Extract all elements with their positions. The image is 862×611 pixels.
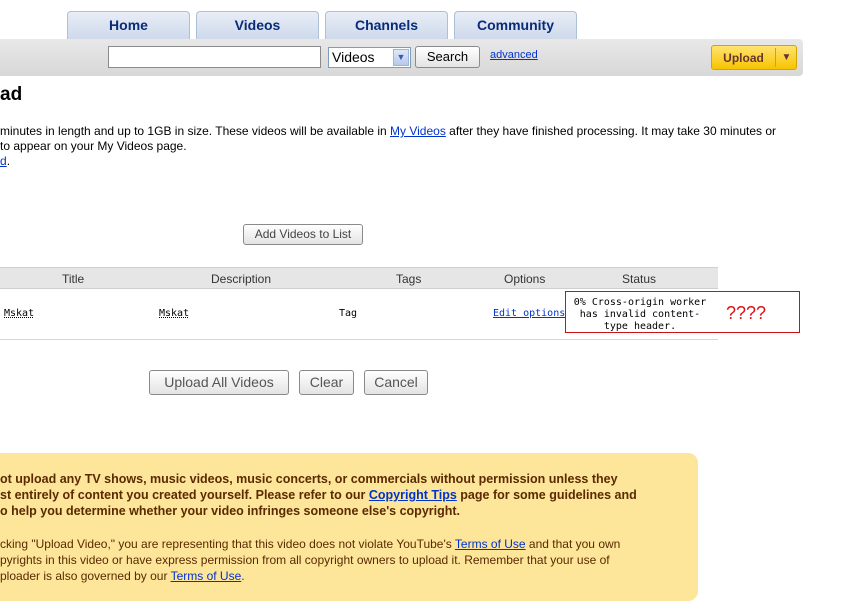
intro-line-3: d. (0, 154, 10, 168)
notice-p2-line-3: ploader is also governed by our Terms of… (0, 569, 245, 583)
upload-button-label[interactable]: Upload (712, 46, 775, 69)
col-description: Description (211, 272, 272, 286)
intro-text-1b: after they have finished processing. It … (445, 124, 776, 138)
intro-line-1: minutes in length and up to 1GB in size.… (0, 124, 776, 138)
tab-videos[interactable]: Videos (196, 11, 319, 40)
col-options: Options (504, 272, 546, 286)
notice-line-3: o help you determine whether your video … (0, 504, 461, 518)
notice-p2-1a: cking "Upload Video," you are representi… (0, 537, 455, 551)
row-description[interactable]: Mskat (159, 308, 189, 319)
notice-p2-3b: . (241, 569, 245, 583)
copyright-tips-link[interactable]: Copyright Tips (369, 488, 457, 502)
col-status: Status (622, 272, 657, 286)
notice-line-2: st entirely of content you created yours… (0, 488, 637, 502)
intro-link[interactable]: d (0, 154, 7, 168)
advanced-search-link[interactable]: advanced (490, 49, 538, 61)
upload-all-button[interactable]: Upload All Videos (149, 370, 289, 395)
col-tags: Tags (396, 272, 422, 286)
upload-button[interactable]: Upload ▼ (711, 45, 797, 70)
caret-down-icon[interactable]: ▼ (776, 46, 797, 69)
row-tags[interactable]: Tag (339, 308, 357, 319)
search-input[interactable] (108, 46, 321, 68)
clear-button[interactable]: Clear (299, 370, 354, 395)
my-videos-link[interactable]: My Videos (390, 124, 446, 138)
copyright-notice: ot upload any TV shows, music videos, mu… (0, 453, 698, 601)
notice-p2-1b: and that you own (525, 537, 621, 551)
tab-channels[interactable]: Channels (325, 11, 448, 40)
add-videos-button[interactable]: Add Videos to List (243, 224, 363, 245)
intro-text-1a: minutes in length and up to 1GB in size.… (0, 124, 391, 138)
notice-line-1: ot upload any TV shows, music videos, mu… (0, 472, 618, 486)
intro-line-3-end: . (6, 154, 11, 168)
notice-line-2a: st entirely of content you created yours… (0, 488, 369, 502)
search-category-value: Videos (332, 49, 375, 65)
row-title[interactable]: Mskat (4, 308, 34, 319)
search-category-select[interactable]: Videos ▼ (328, 47, 411, 68)
page-title: ad (0, 84, 23, 105)
status-text: 0% Cross-origin worker has invalid conte… (573, 297, 707, 332)
notice-p2-3a: ploader is also governed by our (0, 569, 171, 583)
cancel-button[interactable]: Cancel (364, 370, 428, 395)
tab-home[interactable]: Home (67, 11, 190, 40)
col-title: Title (62, 272, 85, 286)
notice-p2-line-1: cking "Upload Video," you are representi… (0, 537, 620, 551)
status-cell: 0% Cross-origin worker has invalid conte… (565, 291, 800, 333)
annotation-text: ???? (726, 303, 767, 323)
tab-community[interactable]: Community (454, 11, 577, 40)
search-button[interactable]: Search (415, 46, 480, 68)
table-header: Title Description Tags Options Status (0, 267, 718, 289)
notice-line-2b: page for some guidelines and (456, 488, 637, 502)
terms-of-use-link-2[interactable]: Terms of Use (171, 569, 242, 583)
notice-p2-line-2: pyrights in this video or have express p… (0, 553, 610, 567)
chevron-down-icon[interactable]: ▼ (393, 49, 409, 66)
terms-of-use-link-1[interactable]: Terms of Use (455, 537, 526, 551)
intro-line-2: to appear on your My Videos page. (0, 139, 187, 153)
edit-options-link[interactable]: Edit options (493, 308, 565, 319)
